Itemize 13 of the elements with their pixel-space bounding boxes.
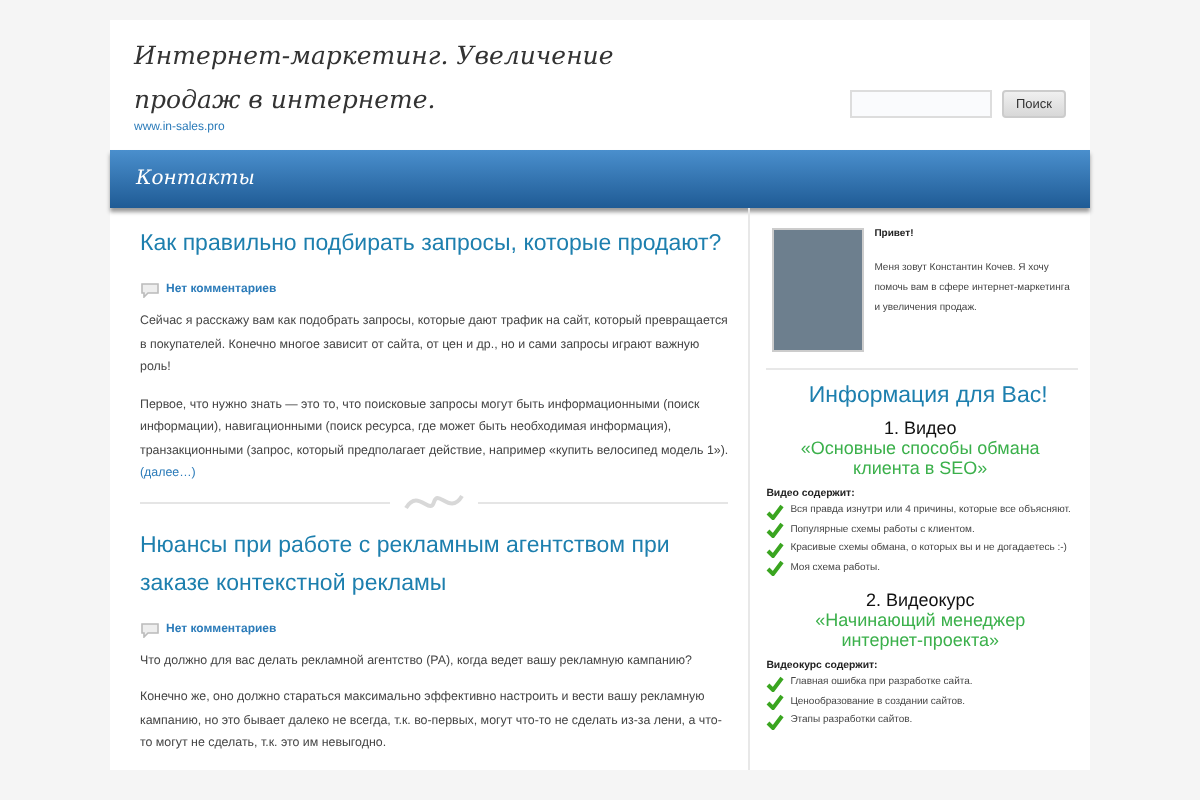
course-title: 2. Видеокурс bbox=[865, 590, 975, 610]
course-title: 1. Видео bbox=[883, 418, 957, 438]
post-title-link[interactable]: Как правильно подбирать запросы, которые продают? bbox=[140, 226, 729, 264]
comment-icon bbox=[140, 621, 160, 637]
nav-link[interactable]: Контакты bbox=[136, 168, 255, 190]
post-title-link[interactable]: Нюансы при работе с рекламным агентством при заказе контекстной рекламы bbox=[140, 527, 729, 603]
course-link[interactable]: «Основные способы обмана клиента в SEO» bbox=[778, 438, 1062, 478]
widget-heading: Информация для Вас! bbox=[806, 384, 1050, 408]
comment-icon bbox=[140, 282, 160, 298]
site-title[interactable]: Интернет-маркетинг. Увеличение продаж в интернете. bbox=[134, 34, 614, 122]
search-field[interactable] bbox=[849, 90, 992, 118]
course-link[interactable]: «Начинающий менеджер интернет-проекта» bbox=[778, 610, 1062, 650]
photo-placeholder bbox=[772, 228, 865, 352]
